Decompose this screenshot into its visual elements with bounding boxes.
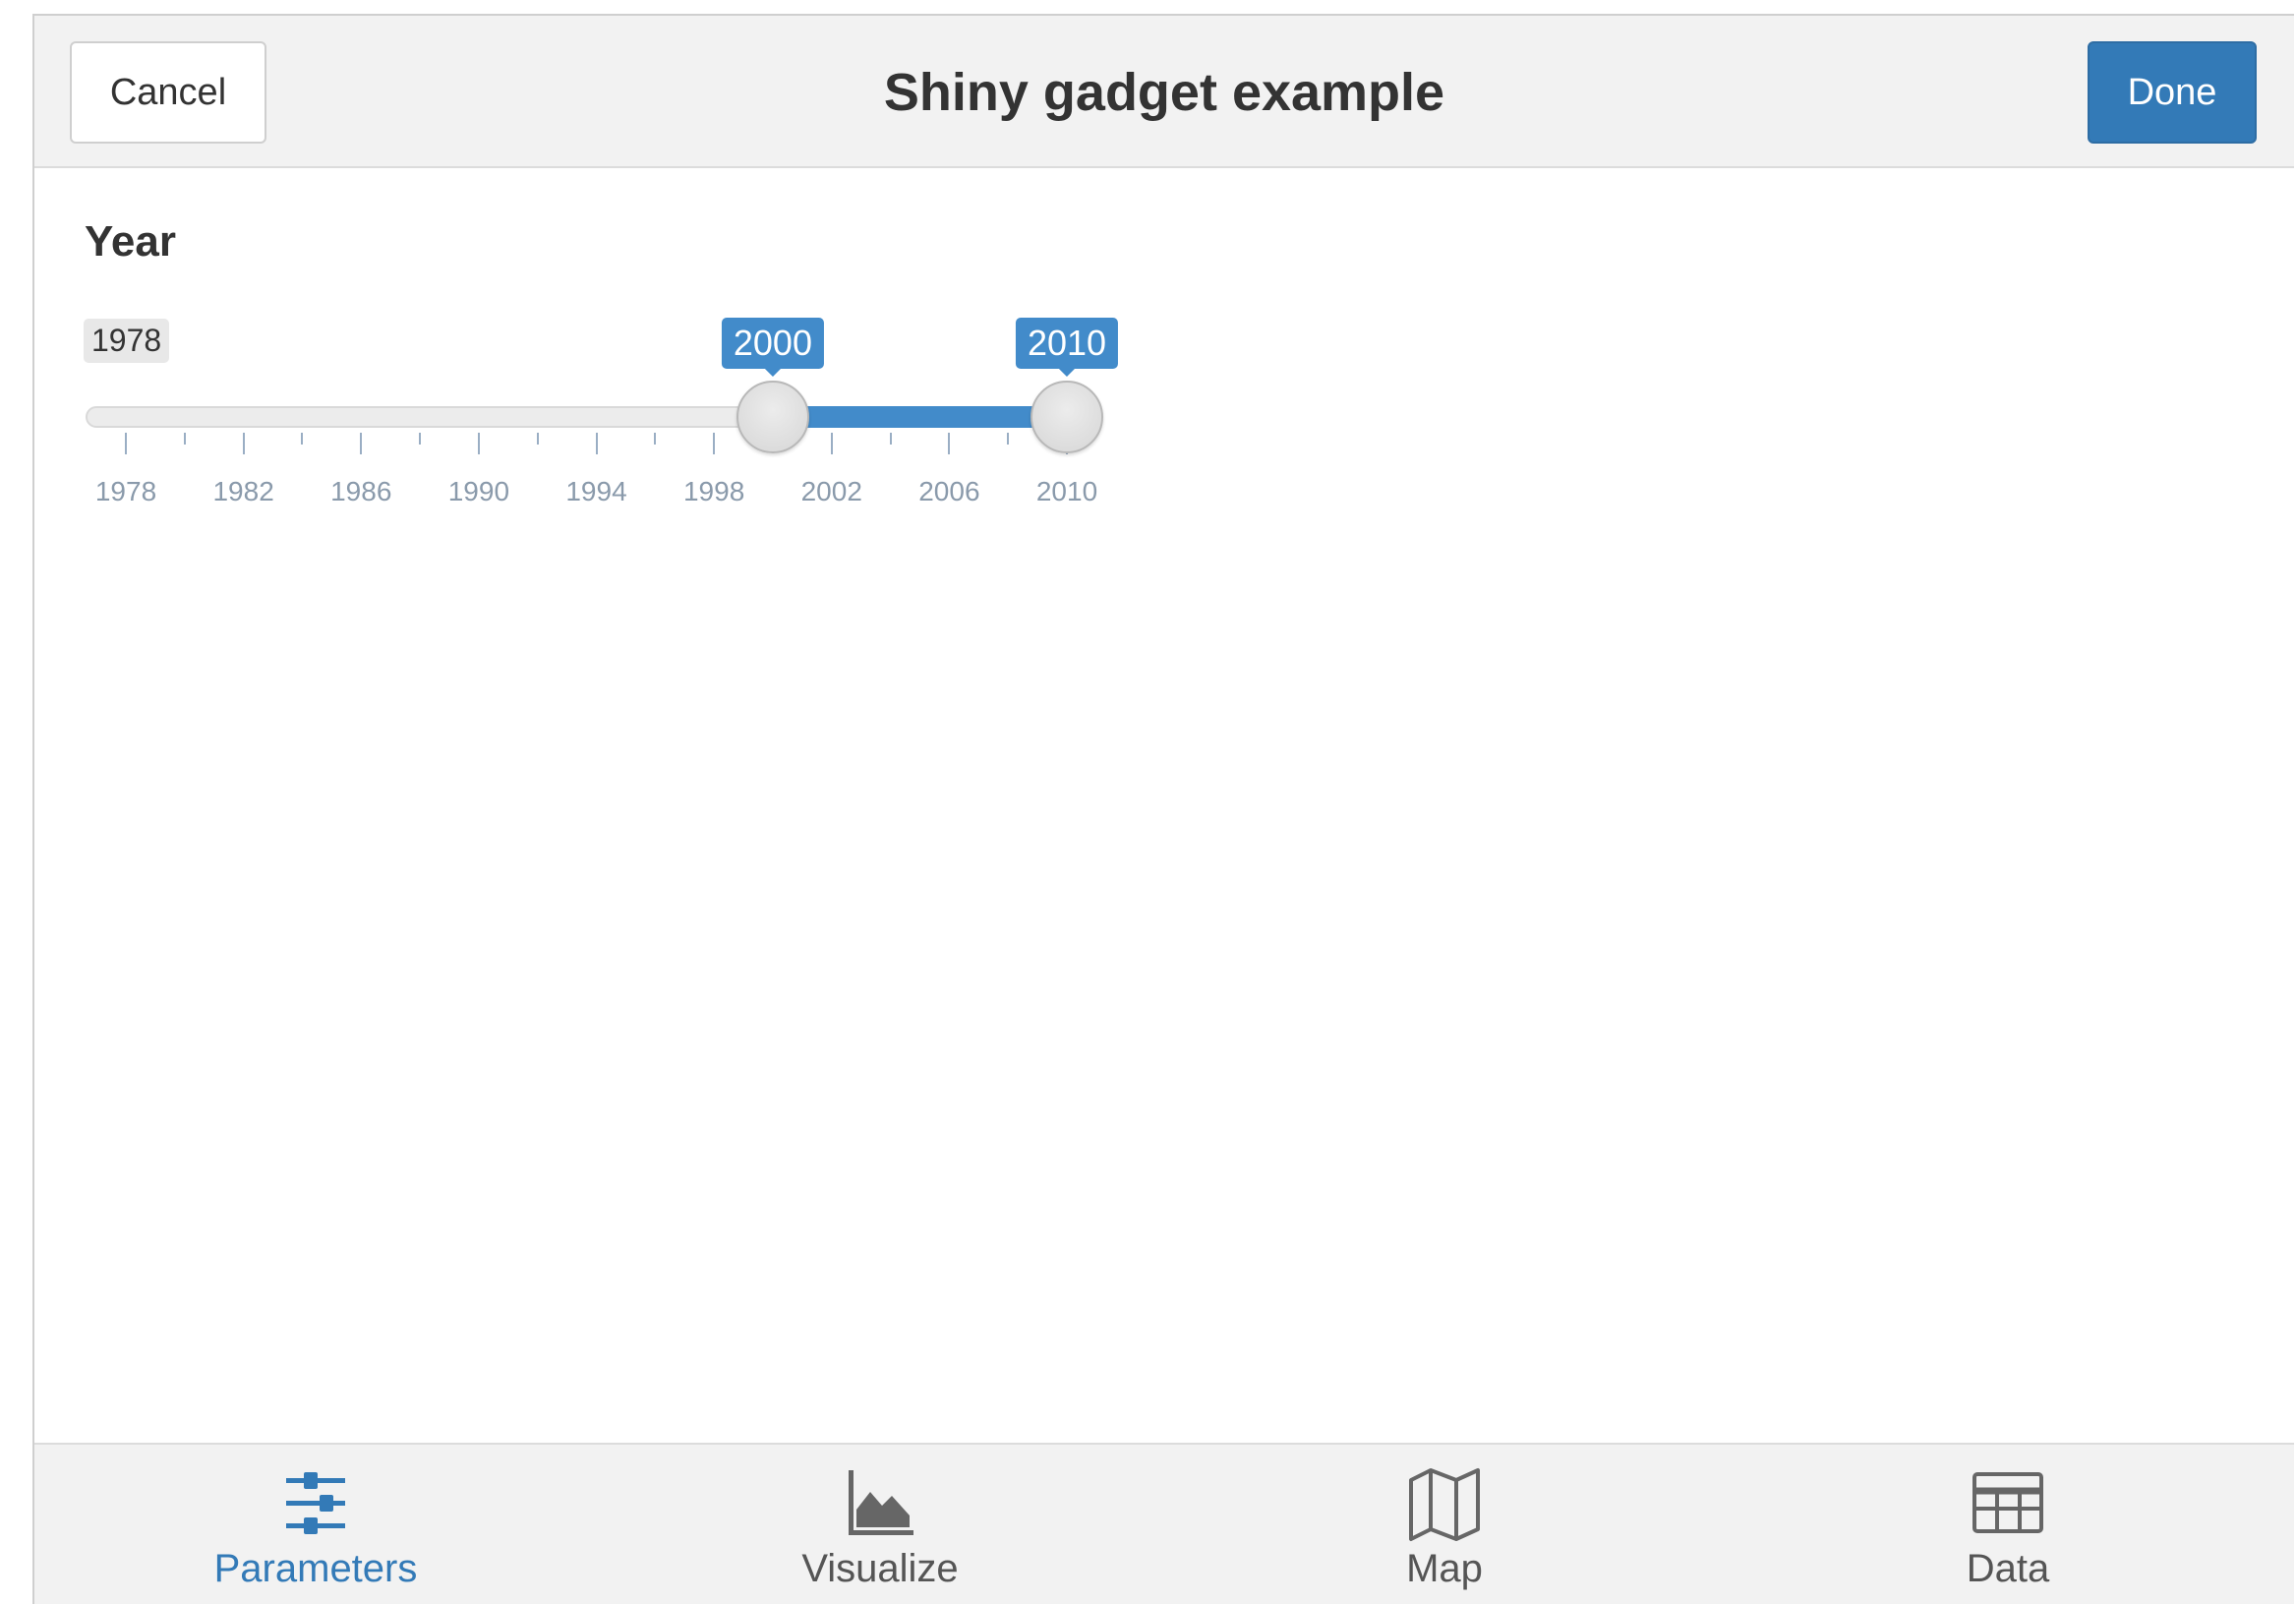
slider-major-tick <box>477 433 480 454</box>
slider-minor-tick <box>301 433 304 445</box>
done-button[interactable]: Done <box>2088 41 2257 144</box>
slider-major-tick <box>948 433 951 454</box>
tab-parameters-label: Parameters <box>213 1547 418 1590</box>
map-icon <box>1409 1468 1480 1541</box>
slider-tick-label: 2006 <box>918 476 980 506</box>
slider-major-tick <box>242 433 245 454</box>
slider-low-value-badge: 2000 <box>721 318 824 377</box>
slider-major-tick <box>125 433 127 454</box>
slider-low-handle[interactable] <box>736 381 809 453</box>
slider-selected-range[interactable] <box>772 406 1067 428</box>
slider-tick-label: 1990 <box>447 476 510 506</box>
slider-tick-label: 1982 <box>212 476 274 506</box>
gadget-window: Cancel Shiny gadget example Done Year 19… <box>32 14 2294 1604</box>
slider-minor-tick <box>1007 433 1010 445</box>
slider-tick-label: 1998 <box>682 476 745 506</box>
page-title: Shiny gadget example <box>883 62 1445 122</box>
tab-map-label: Map <box>1406 1547 1483 1590</box>
slider-high-handle[interactable] <box>1030 381 1103 453</box>
sliders-icon <box>286 1472 345 1534</box>
title-bar: Cancel Shiny gadget example Done <box>34 16 2294 168</box>
slider-minor-tick <box>654 433 657 445</box>
tab-bar: Parameters Visualize Map Data <box>34 1443 2294 1604</box>
slider-major-tick <box>830 433 833 454</box>
slider-tick-label: 1994 <box>565 476 627 506</box>
year-slider-label: Year <box>85 217 176 266</box>
slider-high-value-badge: 2010 <box>1015 318 1119 377</box>
tab-map[interactable]: Map <box>1248 1445 1641 1604</box>
slider-major-tick <box>713 433 716 454</box>
tab-data[interactable]: Data <box>1811 1445 2205 1604</box>
slider-minor-tick <box>889 433 892 445</box>
slider-major-tick <box>595 433 598 454</box>
table-icon <box>1972 1472 2043 1533</box>
slider-min-label: 1978 <box>84 319 170 363</box>
tab-data-label: Data <box>1966 1547 2050 1590</box>
slider-major-tick <box>360 433 363 454</box>
slider-minor-tick <box>536 433 539 445</box>
slider-minor-tick <box>183 433 186 445</box>
slider-tick-label: 1986 <box>330 476 392 506</box>
cancel-button[interactable]: Cancel <box>70 41 266 144</box>
slider-minor-tick <box>419 433 422 445</box>
tab-visualize[interactable]: Visualize <box>683 1445 1077 1604</box>
slider-tick-label: 2010 <box>1035 476 1098 506</box>
slider-tick-label: 1978 <box>94 476 157 506</box>
tab-visualize-label: Visualize <box>801 1547 959 1590</box>
tab-parameters[interactable]: Parameters <box>119 1445 512 1604</box>
area-chart-icon <box>849 1470 913 1535</box>
slider-tick-label: 2002 <box>800 476 862 506</box>
